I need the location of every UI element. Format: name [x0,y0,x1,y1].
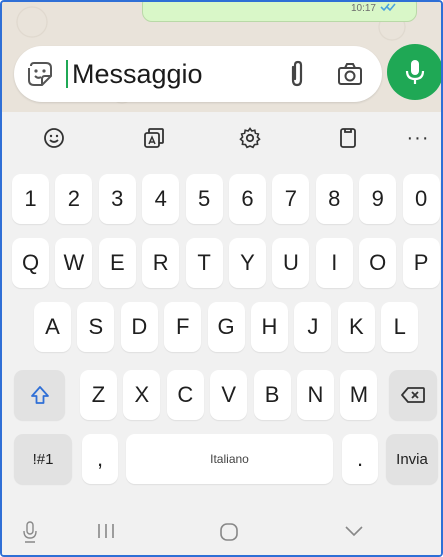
chat-background: 10:17 Messaggio [2,2,441,112]
comma-key[interactable]: , [82,434,118,484]
symbols-key[interactable]: !#1 [14,434,72,484]
letter-key-x[interactable]: X [123,370,161,420]
number-key-9[interactable]: 9 [359,174,397,224]
letter-key-c[interactable]: C [166,370,204,420]
text-caret [66,60,68,88]
message-input[interactable]: Messaggio [72,58,203,90]
letter-key-k[interactable]: K [337,302,375,352]
letter-key-h[interactable]: H [251,302,288,352]
number-key-4[interactable]: 4 [142,174,180,224]
letter-key-g[interactable]: G [207,302,245,352]
keyboard-voice-button[interactable] [18,519,42,545]
mic-icon [405,60,425,84]
letter-key-i[interactable]: I [315,238,353,288]
number-key-7[interactable]: 7 [272,174,310,224]
number-key-1[interactable]: 1 [12,174,49,224]
letter-key-l[interactable]: L [381,302,419,352]
keyboard: ··· 1234567890 QWERTYUIOP ASDFGHJKL ZXCV… [2,112,441,555]
shift-key[interactable] [14,370,65,420]
message-time: 10:17 [350,3,376,14]
message-bubble[interactable]: 10:17 [142,2,417,22]
keyboard-toolbar: ··· [2,112,441,164]
camera-icon[interactable] [336,61,364,87]
shift-icon [30,386,49,404]
letter-key-y[interactable]: Y [229,238,266,288]
recent-apps-icon [98,524,114,538]
send-key[interactable]: Invia [386,434,438,484]
number-key-2[interactable]: 2 [55,174,93,224]
emoji-icon [44,128,64,148]
letter-key-m[interactable]: M [340,370,378,420]
letter-key-z[interactable]: Z [80,370,117,420]
letter-key-o[interactable]: O [359,238,397,288]
letter-key-u[interactable]: U [272,238,310,288]
backspace-icon [401,387,425,403]
number-key-0[interactable]: 0 [402,174,440,224]
navigation-bar [2,507,441,555]
back-button[interactable] [342,519,366,543]
letter-key-b[interactable]: B [253,370,291,420]
settings-button[interactable] [236,124,264,152]
more-options-button[interactable]: ··· [404,124,432,152]
voice-message-button[interactable] [387,44,441,100]
letter-key-r[interactable]: R [142,238,180,288]
back-icon [345,526,363,537]
clipboard-icon [340,128,356,148]
sticker-icon[interactable] [26,60,54,88]
period-key[interactable]: . [342,434,378,484]
message-composer[interactable]: Messaggio [14,46,382,102]
letter-key-t[interactable]: T [185,238,223,288]
attach-icon[interactable] [284,59,310,89]
number-key-3[interactable]: 3 [98,174,136,224]
screen: 10:17 Messaggio ··· 1 2 3 4 5 6 7 8 9 0 … [0,0,443,557]
space-key[interactable]: Italiano [126,434,333,484]
ai-keyboard-button[interactable] [140,124,168,152]
home-icon [220,523,238,541]
settings-icon [239,127,261,149]
keyboard-mic-icon [23,521,37,543]
letter-key-w[interactable]: W [55,238,93,288]
backspace-key[interactable] [389,370,437,420]
letter-key-f[interactable]: F [164,302,202,352]
letter-key-n[interactable]: N [297,370,334,420]
number-key-5[interactable]: 5 [185,174,223,224]
ai-keyboard-icon [144,128,164,148]
more-icon: ··· [406,127,430,149]
letter-key-a[interactable]: A [34,302,71,352]
clipboard-button[interactable] [334,124,362,152]
emoji-button[interactable] [40,124,68,152]
letter-key-q[interactable]: Q [12,238,49,288]
letter-key-e[interactable]: E [98,238,136,288]
letter-key-v[interactable]: V [210,370,248,420]
letter-key-d[interactable]: D [120,302,158,352]
letter-key-p[interactable]: P [402,238,440,288]
number-key-6[interactable]: 6 [229,174,266,224]
letter-key-s[interactable]: S [77,302,115,352]
home-button[interactable] [216,519,242,545]
recent-apps-button[interactable] [94,519,118,543]
letter-key-j[interactable]: J [294,302,332,352]
read-receipt-icon [380,3,396,12]
number-key-8[interactable]: 8 [315,174,353,224]
